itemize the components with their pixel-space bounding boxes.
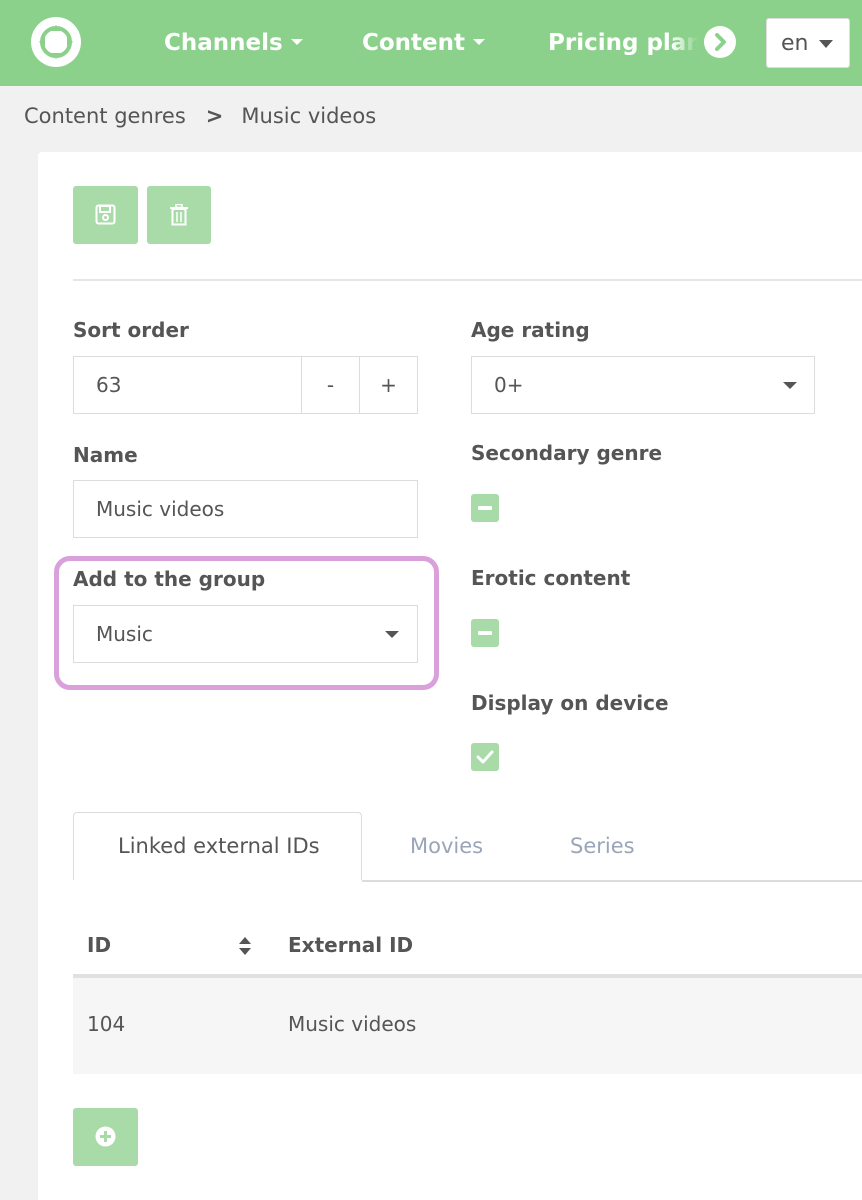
name-label: Name	[73, 443, 138, 467]
add-button[interactable]	[73, 1108, 138, 1166]
caret-down-icon	[473, 38, 486, 45]
top-navigation-bar: Channels Content Pricing plans en	[0, 0, 862, 86]
caret-down-icon	[819, 40, 833, 48]
breadcrumb-separator: >	[205, 104, 224, 128]
tab-series[interactable]: Series	[570, 834, 635, 858]
breadcrumb-current: Music videos	[241, 104, 377, 128]
age-rating-value: 0+	[494, 373, 524, 397]
caret-down-icon	[783, 382, 797, 389]
language-select[interactable]: en	[766, 18, 850, 68]
nav-pricing-plans[interactable]: Pricing plans	[548, 26, 698, 60]
erotic-content-checkbox[interactable]	[471, 619, 499, 647]
sort-order-input[interactable]: 63	[96, 373, 121, 397]
save-button[interactable]	[73, 186, 138, 244]
tab-linked-external-ids-label: Linked external IDs	[118, 834, 320, 858]
nav-channels-label: Channels	[164, 30, 283, 56]
app-logo-icon[interactable]	[31, 17, 81, 67]
nav-content[interactable]: Content	[362, 26, 486, 60]
sort-icon[interactable]	[238, 936, 252, 956]
column-header-external-id[interactable]: External ID	[288, 933, 413, 957]
plus-circle-icon	[95, 1126, 116, 1147]
caret-down-icon	[385, 631, 399, 638]
secondary-genre-label: Secondary genre	[471, 441, 663, 465]
group-label: Add to the group	[73, 567, 266, 591]
age-rating-label: Age rating	[471, 318, 590, 342]
display-on-device-checkbox[interactable]	[471, 743, 499, 771]
caret-down-icon	[290, 38, 303, 45]
secondary-genre-checkbox[interactable]	[471, 494, 499, 522]
nav-content-label: Content	[362, 30, 466, 56]
save-icon	[95, 204, 116, 225]
chevron-right-circle-icon[interactable]	[704, 26, 736, 58]
cell-id: 104	[87, 1012, 126, 1036]
minus-icon	[478, 506, 492, 510]
sort-order-stepper: 63 - +	[73, 356, 418, 414]
display-on-device-label: Display on device	[471, 691, 669, 715]
trash-icon	[170, 204, 188, 226]
column-header-id[interactable]: ID	[87, 933, 111, 957]
breadcrumb-parent[interactable]: Content genres	[24, 104, 186, 128]
increment-button[interactable]: +	[359, 357, 417, 413]
cell-external-id: Music videos	[288, 1012, 417, 1036]
minus-icon	[478, 631, 492, 635]
breadcrumb: Content genres > Music videos	[24, 104, 376, 128]
name-value: Music videos	[96, 497, 225, 521]
table-row[interactable]: 104 Music videos	[73, 978, 862, 1074]
sort-order-label: Sort order	[73, 318, 189, 342]
decrement-button[interactable]: -	[301, 357, 359, 413]
tab-bar-border	[361, 880, 862, 882]
active-tab-gap	[73, 880, 362, 882]
language-value: en	[781, 31, 809, 56]
group-value: Music	[96, 622, 153, 646]
age-rating-select[interactable]: 0+	[471, 356, 815, 414]
nav-channels[interactable]: Channels	[164, 26, 303, 60]
name-input[interactable]: Music videos	[73, 480, 418, 538]
group-select[interactable]: Music	[73, 605, 418, 663]
tab-movies[interactable]: Movies	[410, 834, 483, 858]
toolbar-divider	[73, 279, 862, 281]
tab-linked-external-ids[interactable]: Linked external IDs	[73, 812, 362, 882]
delete-button[interactable]	[147, 186, 211, 244]
checkmark-icon	[476, 750, 494, 764]
erotic-content-label: Erotic content	[471, 566, 631, 590]
